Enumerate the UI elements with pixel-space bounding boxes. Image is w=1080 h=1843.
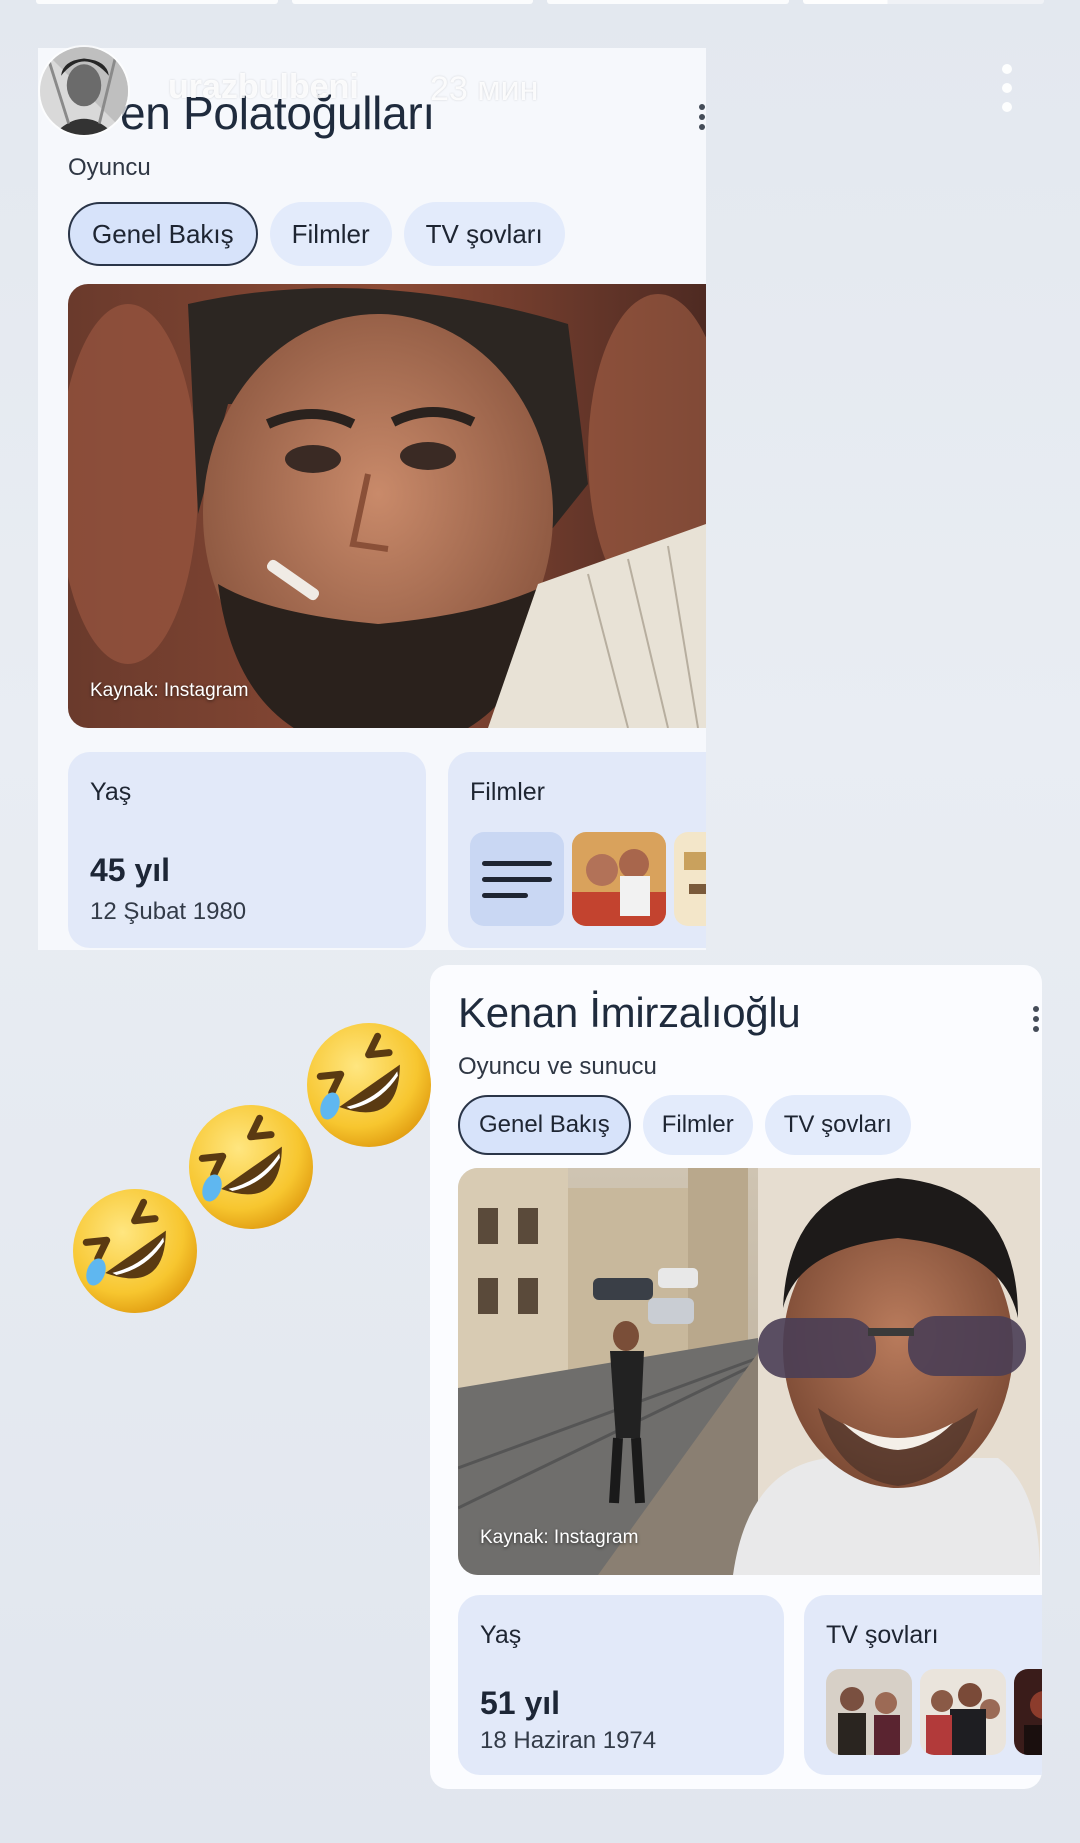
more-options-icon[interactable]: [698, 104, 706, 130]
person-photo[interactable]: Kaynak: Instagram: [68, 284, 706, 728]
films-label: Filmler: [470, 778, 545, 806]
person-photo[interactable]: Kaynak: Instagram: [458, 1168, 1040, 1575]
films-thumbnails: [470, 832, 706, 926]
knowledge-panel-card-2: Kenan İmirzalıoğlu Oyuncu ve sunucu Gene…: [430, 965, 1042, 1789]
tab-tv-shows[interactable]: TV şovları: [764, 1095, 911, 1155]
tv-shows-label: TV şovları: [826, 1621, 939, 1649]
age-tile[interactable]: Yaş 51 yıl 18 Haziran 1974: [458, 1595, 784, 1775]
actor-selfie-image: [458, 1168, 1040, 1575]
story-timestamp: 23 мин: [430, 70, 539, 108]
films-tile[interactable]: Filmler: [448, 752, 706, 948]
film-poster-image: [572, 832, 666, 926]
tab-bar: Genel Bakış Filmler TV şovları: [68, 202, 565, 266]
person-occupation: Oyuncu ve sunucu: [458, 1053, 657, 1080]
more-vertical-icon[interactable]: [1002, 64, 1012, 112]
list-icon[interactable]: [470, 832, 564, 926]
user-avatar[interactable]: [38, 45, 130, 137]
tv-show-poster-image: [826, 1669, 912, 1755]
emoji-sticker-icon: [189, 1105, 313, 1229]
emoji-sticker-icon: [307, 1023, 431, 1147]
birth-date: 18 Haziran 1974: [480, 1727, 657, 1754]
film-poster-thumbnail[interactable]: [572, 832, 666, 926]
film-poster-thumbnail[interactable]: [674, 832, 706, 926]
age-label: Yaş: [480, 1621, 522, 1649]
more-options-icon[interactable]: [1032, 1006, 1040, 1032]
emoji-sticker-icon: [73, 1189, 197, 1313]
avatar-image: [40, 47, 128, 135]
birth-date: 12 Şubat 1980: [90, 898, 247, 925]
tv-show-poster-thumbnail[interactable]: [920, 1669, 1006, 1755]
rolling-on-floor-laughing-emoji: [304, 1020, 434, 1150]
tv-show-poster-thumbnail[interactable]: [1014, 1669, 1042, 1755]
progress-segment: [36, 0, 278, 4]
tv-show-poster-image: [1014, 1669, 1042, 1755]
story-username[interactable]: urazbulbeni: [168, 68, 359, 107]
photo-credit: Kaynak: Instagram: [480, 1527, 639, 1548]
tab-films[interactable]: Filmler: [642, 1095, 753, 1155]
tv-show-poster-image: [920, 1669, 1006, 1755]
tv-shows-tile[interactable]: TV şovları: [804, 1595, 1042, 1775]
tab-tv-shows[interactable]: TV şovları: [403, 202, 565, 266]
age-value: 45 yıl: [90, 852, 171, 888]
story-progress-bar: [36, 0, 1044, 4]
tab-overview[interactable]: Genel Bakış: [458, 1095, 631, 1155]
photo-credit: Kaynak: Instagram: [90, 680, 249, 701]
tab-overview[interactable]: Genel Bakış: [68, 202, 258, 266]
tab-films[interactable]: Filmler: [269, 202, 392, 266]
knowledge-panel-card-1: en Polatoğulları Oyuncu Genel Bakış Film…: [38, 48, 706, 950]
person-name: Kenan İmirzalıoğlu: [458, 989, 801, 1036]
age-value: 51 yıl: [480, 1685, 561, 1721]
progress-segment-current: [802, 0, 1044, 4]
tv-shows-thumbnails: [826, 1669, 1042, 1755]
age-tile[interactable]: Yaş 45 yıl 12 Şubat 1980: [68, 752, 426, 948]
film-poster-image: [674, 832, 706, 926]
age-label: Yaş: [90, 778, 132, 806]
tab-bar: Genel Bakış Filmler TV şovları: [458, 1095, 911, 1155]
rolling-on-floor-laughing-emoji: [186, 1102, 316, 1232]
progress-segment: [547, 0, 789, 4]
tv-show-poster-thumbnail[interactable]: [826, 1669, 912, 1755]
rolling-on-floor-laughing-emoji: [70, 1186, 200, 1316]
person-occupation: Oyuncu: [68, 154, 151, 181]
actor-portrait-image: [68, 284, 706, 728]
progress-segment: [291, 0, 533, 4]
